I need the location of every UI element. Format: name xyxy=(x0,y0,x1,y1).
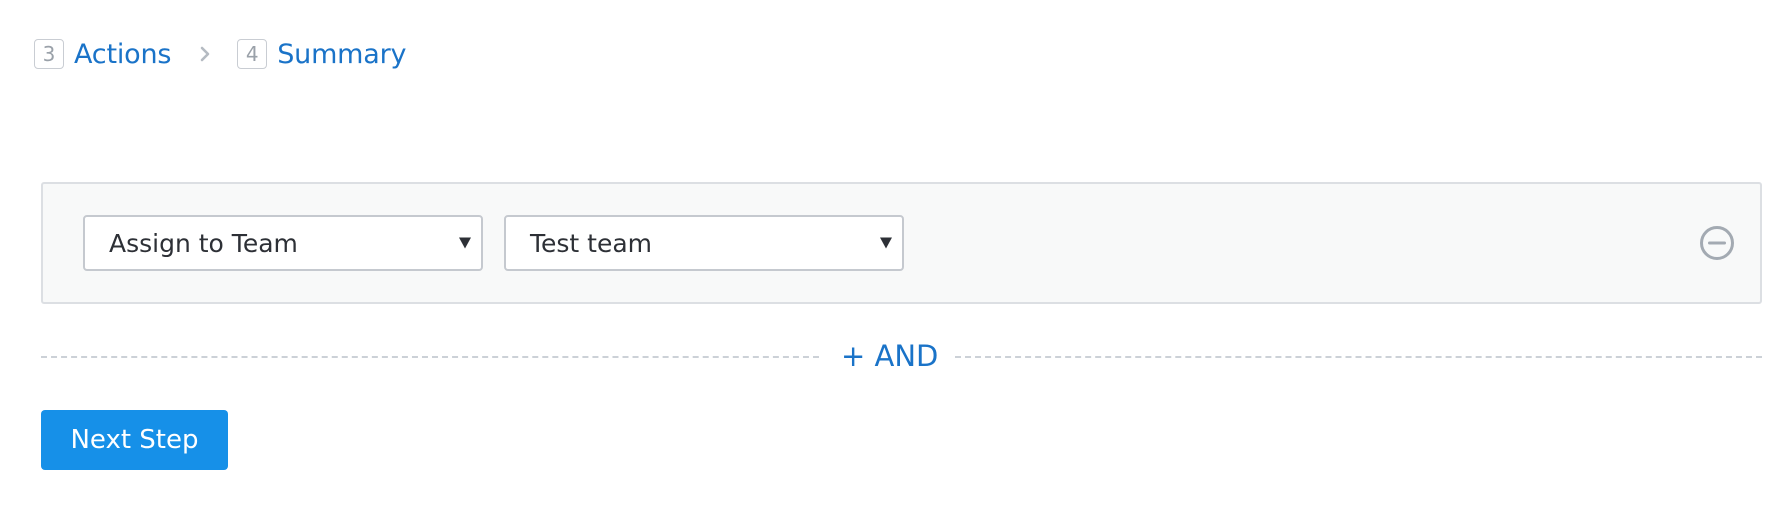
divider-line xyxy=(955,356,1762,358)
step-number-badge: 3 xyxy=(34,39,64,69)
and-divider: + AND xyxy=(41,334,1762,378)
chevron-right-icon xyxy=(199,46,211,62)
divider-line xyxy=(41,356,819,358)
select-value: Test team xyxy=(530,228,653,258)
step-number-badge: 4 xyxy=(237,39,268,69)
action-type-select[interactable]: Assign to Team xyxy=(83,215,483,271)
step-summary[interactable]: 4 Summary xyxy=(237,38,407,70)
minus-circle-icon xyxy=(1700,226,1734,260)
breadcrumb: 3 Actions 4 Summary xyxy=(34,38,407,70)
step-label: Actions xyxy=(74,38,172,70)
page: 3 Actions 4 Summary Assign to Team Test … xyxy=(0,0,1781,512)
next-step-button[interactable]: Next Step xyxy=(41,410,228,470)
caret-down-icon xyxy=(459,237,471,249)
remove-action-button[interactable] xyxy=(1698,224,1736,262)
team-select[interactable]: Test team xyxy=(504,215,904,271)
step-actions[interactable]: 3 Actions xyxy=(34,39,171,70)
step-label: Summary xyxy=(277,38,407,70)
caret-down-icon xyxy=(880,237,892,249)
select-value: Assign to Team xyxy=(109,228,298,258)
action-rule-row: Assign to Team Test team xyxy=(41,182,1762,304)
add-and-condition-button[interactable]: + AND xyxy=(841,334,938,378)
